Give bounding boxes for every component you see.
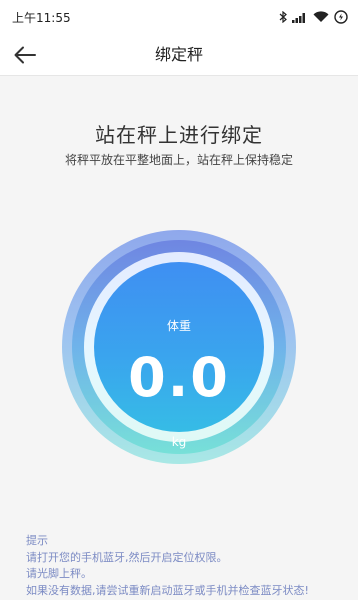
gauge-core: 体重 0.0 kg — [94, 262, 264, 449]
nav-bar: 绑定秤 — [0, 34, 358, 76]
status-bar: 上午11:55 — [0, 0, 358, 34]
wifi-icon — [313, 11, 329, 23]
battery-icon — [334, 10, 348, 24]
instruction-text: 将秤平放在平整地面上，站在秤上保持稳定 — [64, 153, 293, 167]
tips-section: 提示 请打开您的手机蓝牙,然后开启定位权限。 请光脚上秤。 如果没有数据,请尝试… — [26, 533, 346, 599]
weight-gauge: 体重 0.0 kg — [62, 230, 296, 464]
arrow-left-icon — [14, 46, 36, 64]
status-icons — [279, 10, 348, 24]
weight-label: 体重 — [166, 319, 191, 333]
weight-value: 0.0 — [128, 346, 230, 409]
bluetooth-icon — [279, 11, 287, 23]
headline: 站在秤上进行绑定 — [95, 123, 263, 147]
tip-line: 请光脚上秤。 — [26, 567, 92, 580]
main-content: 站在秤上进行绑定 将秤平放在平整地面上，站在秤上保持稳定 体重 0.0 kg 提… — [0, 77, 358, 600]
page-title: 绑定秤 — [154, 45, 203, 64]
tip-line: 请打开您的手机蓝牙,然后开启定位权限。 — [26, 550, 228, 564]
back-button[interactable] — [10, 40, 40, 70]
weight-unit: kg — [171, 435, 187, 449]
status-time: 上午11:55 — [12, 10, 71, 25]
tip-line: 如果没有数据,请尝试重新启动蓝牙或手机并检查蓝牙状态! — [26, 583, 309, 597]
tips-title: 提示 — [26, 534, 48, 547]
signal-icon — [292, 12, 308, 23]
